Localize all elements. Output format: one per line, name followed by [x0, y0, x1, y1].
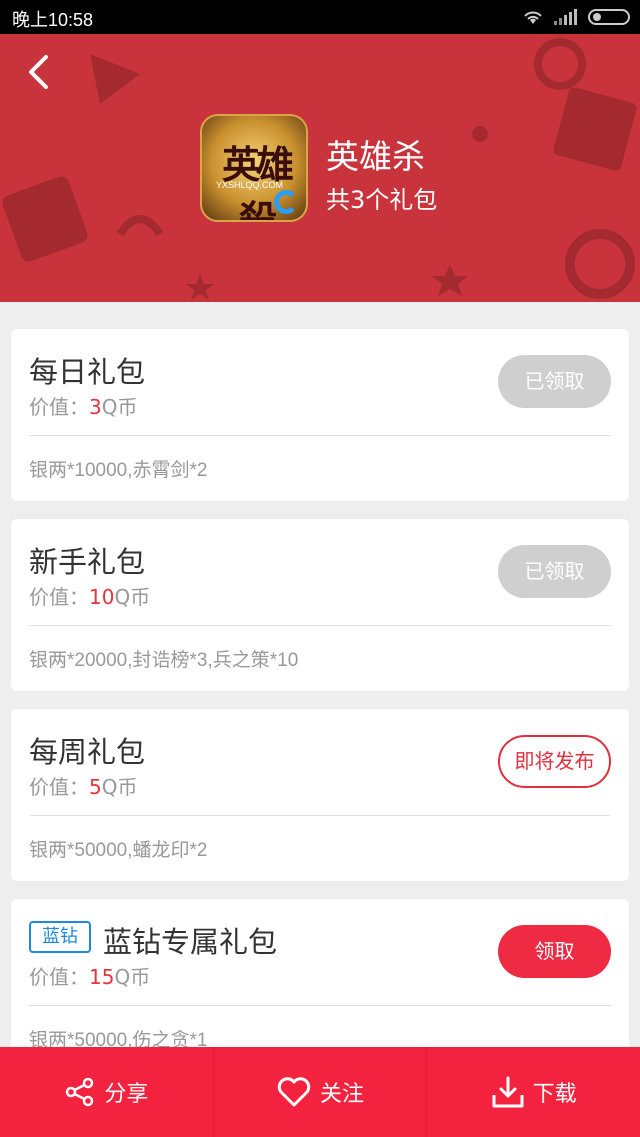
game-title: 英雄杀 [326, 137, 425, 176]
share-icon [66, 1077, 94, 1107]
divider [29, 815, 611, 816]
gift-value: 价值：15Q币 [29, 965, 151, 989]
gift-value: 价值：5Q币 [29, 775, 138, 799]
back-button[interactable] [16, 50, 60, 94]
gift-value-number: 3 [89, 395, 102, 419]
share-button[interactable]: 分享 [0, 1047, 214, 1137]
download-label: 下载 [532, 1082, 577, 1107]
claimed-button[interactable]: 已领取 [498, 355, 611, 408]
gift-card: 每日礼包 价值：3Q币 已领取 银两*10000,赤霄剑*2 [11, 329, 629, 501]
status-bar: 晚上10:58 [0, 0, 640, 34]
gift-title: 每周礼包 [29, 735, 146, 769]
signal-icon [554, 9, 577, 25]
gift-card: 新手礼包 价值：10Q币 已领取 银两*20000,封诰榜*3,兵之策*10 [11, 519, 629, 691]
gift-value-number: 5 [89, 775, 102, 799]
gift-content: 银两*10000,赤霄剑*2 [29, 460, 208, 481]
heart-icon [277, 1077, 311, 1107]
gift-value: 价值：10Q币 [29, 585, 151, 609]
divider [29, 1005, 611, 1006]
gift-card: 蓝钻 蓝钻专属礼包 价值：15Q币 领取 银两*50000,伤之贪*1 [11, 899, 629, 1071]
gift-card: 每周礼包 价值：5Q币 即将发布 银两*50000,蟠龙印*2 [11, 709, 629, 881]
gift-value-number: 10 [89, 585, 115, 609]
divider [29, 435, 611, 436]
game-header: 英雄殺 YXSHLQQ.COM 英雄杀 共3个礼包 [0, 34, 640, 302]
gift-title: 蓝钻专属礼包 [103, 925, 278, 959]
claim-button[interactable]: 领取 [498, 925, 611, 978]
gift-content: 银两*50000,蟠龙印*2 [29, 840, 208, 861]
bottom-action-bar: 分享 关注 下载 [0, 1047, 640, 1137]
tencent-games-icon [274, 190, 298, 214]
battery-icon [588, 9, 630, 25]
background-decoration [2, 38, 637, 300]
game-icon: 英雄殺 YXSHLQQ.COM [200, 114, 308, 222]
gift-value-number: 15 [89, 965, 115, 989]
wifi-icon [524, 11, 542, 24]
follow-label: 关注 [320, 1082, 365, 1107]
gift-title: 新手礼包 [29, 545, 146, 579]
chevron-left-icon [29, 55, 48, 89]
gift-content: 银两*20000,封诰榜*3,兵之策*10 [29, 650, 299, 671]
download-button[interactable]: 下载 [427, 1047, 640, 1137]
claimed-button[interactable]: 已领取 [498, 545, 611, 598]
download-icon [492, 1076, 524, 1108]
game-icon-small-text: YXSHLQQ.COM [216, 180, 284, 190]
status-time: 晚上10:58 [12, 10, 94, 30]
follow-button[interactable]: 关注 [214, 1047, 428, 1137]
gift-title: 每日礼包 [29, 355, 146, 389]
gift-value: 价值：3Q币 [29, 395, 138, 419]
divider [29, 625, 611, 626]
share-label: 分享 [104, 1082, 149, 1107]
coming-soon-button[interactable]: 即将发布 [498, 735, 611, 788]
status-icons [522, 8, 630, 26]
blue-diamond-badge: 蓝钻 [29, 921, 91, 953]
gift-count: 共3个礼包 [326, 186, 438, 214]
